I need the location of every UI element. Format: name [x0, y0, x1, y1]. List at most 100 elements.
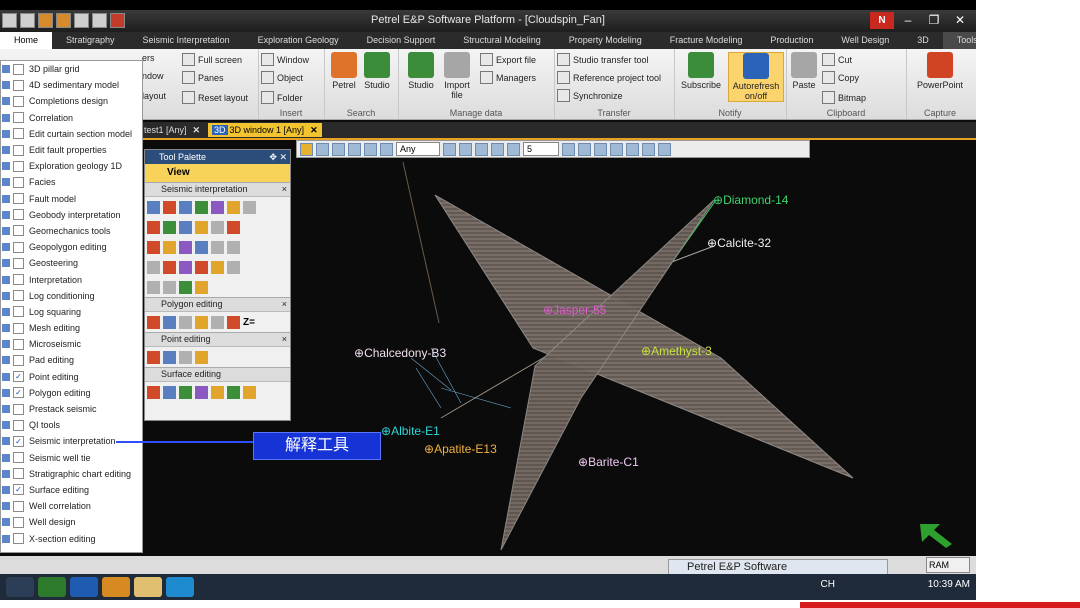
section-polygon-editing[interactable]: Polygon editing × — [145, 297, 290, 312]
tool-icon[interactable] — [211, 385, 224, 399]
module-checkbox[interactable] — [13, 79, 24, 91]
close-icon[interactable]: × — [282, 298, 287, 311]
reset-layout-button[interactable]: Reset layout — [182, 91, 248, 104]
tools-menu-item-polygon-editing[interactable]: ✓ Polygon editing — [1, 385, 142, 401]
tool-icon[interactable] — [163, 240, 176, 254]
studio-transfer-button[interactable]: Studio transfer tool — [557, 53, 649, 66]
doc-tab-3d-window[interactable]: 3D 3D window 1 [Any] ✕ — [208, 123, 322, 137]
layout-item[interactable]: layout — [142, 91, 166, 101]
synchronize-button[interactable]: Synchronize — [557, 89, 623, 102]
module-checkbox[interactable] — [13, 468, 24, 480]
folder-taskbar-icon[interactable] — [134, 577, 162, 597]
tab-production[interactable]: Production — [756, 32, 827, 49]
tool-icon[interactable] — [163, 200, 176, 214]
tools-menu-item-exploration-geology-1d[interactable]: Exploration geology 1D — [1, 158, 142, 174]
tool-icon[interactable] — [163, 260, 176, 274]
module-checkbox[interactable] — [13, 160, 24, 172]
subscribe-button[interactable]: Subscribe — [680, 52, 722, 90]
pan-icon[interactable] — [332, 142, 345, 156]
close-icon[interactable]: ✕ — [310, 125, 318, 135]
close-icon[interactable]: × — [282, 183, 287, 196]
minimize-button[interactable]: – — [896, 12, 920, 29]
tool-icon[interactable] — [179, 260, 192, 274]
module-checkbox[interactable] — [13, 306, 24, 318]
tab-property-modeling[interactable]: Property Modeling — [555, 32, 656, 49]
pointer-icon[interactable] — [316, 142, 329, 156]
tools-menu-item-fault-model[interactable]: Fault model — [1, 191, 142, 207]
tool-icon[interactable] — [147, 200, 160, 214]
module-checkbox[interactable] — [13, 257, 24, 269]
object-button[interactable]: Object — [261, 71, 303, 84]
select-tool-icon[interactable] — [300, 142, 313, 156]
powerpoint-button[interactable]: PowerPoint — [912, 52, 968, 90]
tool-icon[interactable] — [227, 200, 240, 214]
module-checkbox[interactable] — [13, 128, 24, 140]
section-point-editing[interactable]: Point editing × — [145, 332, 290, 347]
tab-stratigraphy[interactable]: Stratigraphy — [52, 32, 129, 49]
autorefresh-button[interactable]: Autorefresh on/off — [728, 52, 784, 102]
tool-icon[interactable] — [147, 350, 160, 364]
tool-icon[interactable] — [147, 260, 160, 274]
tools-menu-item-geobody-interpretation[interactable]: Geobody interpretation — [1, 207, 142, 223]
module-checkbox[interactable] — [13, 193, 24, 205]
tools-menu-item-facies[interactable]: Facies — [1, 174, 142, 190]
app-taskbar-icon[interactable] — [166, 577, 194, 597]
tools-menu-item-point-editing[interactable]: ✓ Point editing — [1, 369, 142, 385]
language-indicator[interactable]: CH — [821, 579, 835, 590]
module-checkbox[interactable] — [13, 176, 24, 188]
tool-icon[interactable] — [179, 350, 192, 364]
well-barite-c1[interactable]: ⊕Barite-C1 — [578, 455, 639, 469]
tool-icon[interactable] — [163, 280, 176, 294]
excel-taskbar-icon[interactable] — [38, 577, 66, 597]
tool-icon[interactable] — [179, 220, 192, 234]
screenshot-icon[interactable] — [626, 142, 639, 156]
view-front-icon[interactable] — [475, 142, 488, 156]
browser-taskbar-icon[interactable] — [70, 577, 98, 597]
tools-menu-item-3d-pillar-grid[interactable]: 3D pillar grid — [1, 61, 142, 77]
tools-menu-item-geosteering[interactable]: Geosteering — [1, 255, 142, 271]
folder-button[interactable]: Folder — [261, 91, 303, 104]
measure-icon[interactable] — [380, 142, 393, 156]
close-icon[interactable]: × — [282, 333, 287, 346]
tool-icon[interactable] — [211, 220, 224, 234]
color-icon[interactable] — [642, 142, 655, 156]
start-icon[interactable] — [6, 577, 34, 597]
tools-menu-item-correlation[interactable]: Correlation — [1, 110, 142, 126]
tools-menu-item-prestack-seismic[interactable]: Prestack seismic — [1, 401, 142, 417]
tool-icon[interactable] — [147, 315, 160, 329]
tool-icon[interactable] — [163, 315, 176, 329]
module-checkbox[interactable] — [13, 225, 24, 237]
any-select[interactable]: Any — [396, 142, 440, 156]
tab-well-design[interactable]: Well Design — [827, 32, 903, 49]
module-checkbox[interactable]: ✓ — [13, 435, 24, 447]
export-file-button[interactable]: Export file — [480, 53, 536, 66]
tool-icon[interactable] — [179, 240, 192, 254]
tool-icon[interactable] — [227, 315, 240, 329]
module-checkbox[interactable] — [13, 500, 24, 512]
tools-menu-item-geopolygon-editing[interactable]: Geopolygon editing — [1, 239, 142, 255]
clock[interactable]: 10:39 AM — [928, 579, 970, 590]
studio-search-button[interactable]: Studio — [362, 52, 392, 90]
tab-seismic-interpretation[interactable]: Seismic Interpretation — [129, 32, 244, 49]
tools-menu-item-interpretation[interactable]: Interpretation — [1, 271, 142, 287]
bitmap-button[interactable]: Bitmap — [822, 91, 866, 104]
tools-menu-item-4d-sedimentary-model[interactable]: 4D sedimentary model — [1, 77, 142, 93]
import-file-button[interactable]: Import file — [442, 52, 472, 100]
tool-icon[interactable] — [195, 220, 208, 234]
tools-menu-item-qi-tools[interactable]: QI tools — [1, 417, 142, 433]
module-checkbox[interactable] — [13, 274, 24, 286]
tab-tools[interactable]: Tools — [942, 32, 976, 49]
module-checkbox[interactable] — [13, 338, 24, 350]
tab-structural-modeling[interactable]: Structural Modeling — [449, 32, 555, 49]
tool-icon[interactable] — [227, 260, 240, 274]
tool-icon[interactable] — [195, 350, 208, 364]
window-button[interactable]: Window — [261, 53, 309, 66]
tool-icon[interactable] — [227, 240, 240, 254]
tool-icon[interactable] — [147, 280, 160, 294]
tab-3d[interactable]: 3D — [903, 32, 943, 49]
full-screen-button[interactable]: Full screen — [182, 53, 242, 66]
pin-icon[interactable] — [658, 142, 671, 156]
reference-project-button[interactable]: Reference project tool — [557, 71, 661, 84]
well-chalcedony-b3[interactable]: ⊕Chalcedony-B3 — [354, 346, 446, 360]
module-checkbox[interactable] — [13, 241, 24, 253]
